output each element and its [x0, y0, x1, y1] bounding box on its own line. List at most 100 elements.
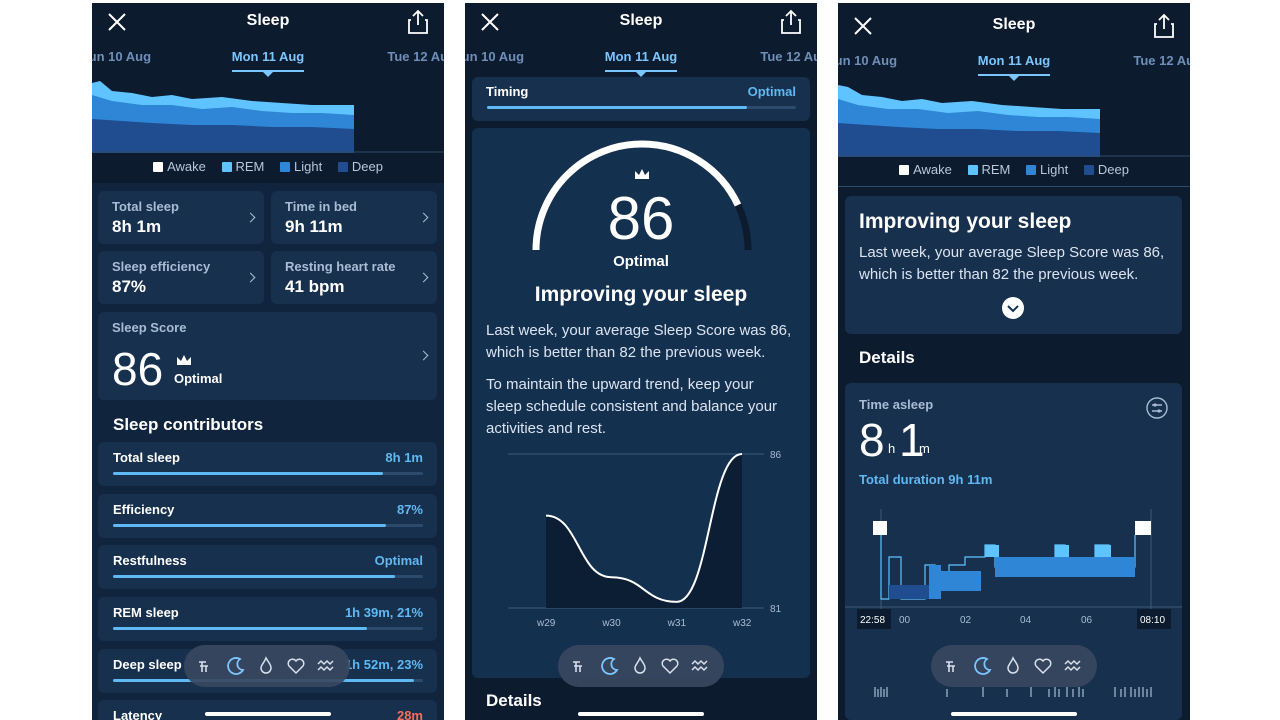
score-value: 86: [112, 343, 164, 395]
activity-flame-icon[interactable]: [630, 656, 650, 676]
contributor-total-sleep[interactable]: Total sleep 8h 1m: [98, 442, 437, 486]
contributor-latency[interactable]: Latency 28m: [98, 700, 437, 720]
score-status: Optimal: [174, 371, 223, 386]
sleep-moon-icon[interactable]: [973, 656, 993, 676]
divider: [838, 186, 1190, 187]
hypnogram-tick: 06: [1081, 615, 1093, 626]
screen-title: Sleep: [619, 12, 663, 29]
hypnogram-start: 22:58: [860, 615, 885, 626]
home-indicator: [951, 712, 1077, 716]
hypnogram-tick: 02: [960, 615, 972, 626]
top-bar: Sleep: [838, 3, 1190, 43]
minutes-value: 1: [899, 414, 925, 466]
y-tick-bottom: 81: [770, 604, 782, 615]
date-current[interactable]: Mon 11 Aug: [605, 49, 677, 64]
stage-legend: Awake REM Light Deep: [838, 162, 1190, 177]
metric-total-sleep[interactable]: Total sleep 8h 1m: [98, 191, 264, 244]
minutes-unit: m: [919, 441, 930, 456]
legend-light: Light: [1026, 162, 1068, 177]
waves-icon[interactable]: [316, 656, 336, 676]
activity-flame-icon[interactable]: [1003, 656, 1023, 676]
sleep-score-detail-screen: Sleep Sun 10 Aug Mon 11 Aug Tue 12 Aug T…: [465, 3, 817, 720]
date-prev[interactable]: Sun 10 Aug: [92, 49, 151, 64]
heart-icon[interactable]: [286, 656, 306, 676]
sleep-stage-area-chart: [838, 85, 1190, 157]
activity-flame-icon[interactable]: [256, 656, 276, 676]
hypnogram: 22:58 08:10 00 02 04 06: [845, 509, 1182, 629]
home-icon[interactable]: [943, 656, 963, 676]
sleep-stage-area-chart: [92, 81, 444, 153]
share-icon[interactable]: [406, 9, 430, 35]
date-current[interactable]: Mon 11 Aug: [978, 53, 1050, 68]
metric-time-in-bed[interactable]: Time in bed 9h 11m: [271, 191, 437, 244]
details-title: Details: [859, 348, 915, 367]
top-bar: Sleep: [92, 3, 444, 43]
contributors-title: Sleep contributors: [113, 415, 264, 434]
chevron-right-icon: [418, 350, 429, 361]
sleep-moon-icon[interactable]: [600, 656, 620, 676]
date-next[interactable]: Tue 12 Aug: [1133, 53, 1190, 68]
legend-light: Light: [280, 159, 322, 174]
chevron-right-icon: [418, 272, 429, 282]
x-tick-label: w31: [667, 618, 687, 629]
insight-title: Improving your sleep: [859, 210, 1072, 233]
chevron-right-icon: [245, 272, 256, 282]
trend-area: [546, 454, 742, 608]
date-current[interactable]: Mon 11 Aug: [232, 49, 304, 64]
waves-icon[interactable]: [690, 656, 710, 676]
legend-awake: Awake: [153, 159, 206, 174]
y-tick-top: 86: [770, 450, 782, 461]
legend-deep: Deep: [337, 159, 383, 174]
date-selector: Sun 10 Aug Mon 11 Aug Tue 12 Aug: [92, 47, 444, 77]
crown-icon: [177, 355, 191, 365]
legend-deep: Deep: [1083, 162, 1129, 177]
x-tick-label: w29: [536, 618, 556, 629]
heart-icon[interactable]: [1033, 656, 1053, 676]
screen-title: Sleep: [246, 12, 290, 29]
hypnogram-tick: 00: [899, 615, 911, 626]
share-icon[interactable]: [779, 9, 803, 35]
chevron-right-icon: [418, 212, 429, 222]
share-icon[interactable]: [1152, 13, 1176, 39]
date-prev[interactable]: Sun 10 Aug: [838, 53, 897, 68]
chevron-right-icon: [245, 212, 256, 222]
sleep-score-card[interactable]: Sleep Score 86 Optimal: [98, 312, 437, 400]
time-asleep-label: Time asleep: [859, 397, 934, 412]
sleep-details-screen: Sleep Sun 10 Aug Mon 11 Aug Tue 12 Aug A…: [838, 3, 1190, 720]
date-next[interactable]: Tue 12 Aug: [760, 49, 817, 64]
hours-unit: h: [888, 441, 896, 456]
sleep-moon-icon[interactable]: [226, 656, 246, 676]
top-bar: Sleep: [465, 3, 817, 43]
date-prev[interactable]: Sun 10 Aug: [465, 49, 524, 64]
metric-resting-heart-rate[interactable]: Resting heart rate 41 bpm: [271, 251, 437, 304]
bottom-tab-bar: [184, 645, 350, 687]
insight-paragraph-2: To maintain the upward trend, keep your …: [486, 376, 778, 437]
metric-sleep-efficiency[interactable]: Sleep efficiency 87%: [98, 251, 264, 304]
date-next[interactable]: Tue 12 Aug: [387, 49, 444, 64]
x-tick-label: w30: [601, 618, 621, 629]
waves-icon[interactable]: [1063, 656, 1083, 676]
home-icon[interactable]: [570, 656, 590, 676]
bottom-tab-bar: [931, 645, 1097, 687]
x-tick-label: w32: [732, 618, 752, 629]
legend-rem: REM: [967, 162, 1010, 177]
score-value: 86: [607, 185, 675, 252]
hypnogram-tick: 04: [1020, 615, 1032, 626]
home-indicator: [205, 712, 331, 716]
home-icon[interactable]: [196, 656, 216, 676]
settings-sliders-icon[interactable]: [1146, 397, 1168, 419]
chevron-down-icon[interactable]: [1002, 297, 1024, 319]
contributor-rem-sleep[interactable]: REM sleep 1h 39m, 21%: [98, 597, 437, 641]
date-selector: Sun 10 Aug Mon 11 Aug Tue 12 Aug: [838, 51, 1190, 81]
insight-text: Last week, your average Sleep Score was …: [859, 244, 1165, 283]
timing-contributor[interactable]: Timing Optimal: [472, 77, 810, 121]
contributor-restfulness[interactable]: Restfulness Optimal: [98, 545, 437, 589]
contributor-efficiency[interactable]: Efficiency 87%: [98, 494, 437, 538]
insight-card: Improving your sleep Last week, your ave…: [845, 196, 1182, 334]
heart-icon[interactable]: [660, 656, 680, 676]
hours-value: 8: [859, 414, 885, 466]
legend-rem: REM: [221, 159, 264, 174]
hypnogram-end: 08:10: [1140, 615, 1165, 626]
date-selector: Sun 10 Aug Mon 11 Aug Tue 12 Aug: [465, 47, 817, 77]
insight-headline: Improving your sleep: [534, 283, 748, 306]
